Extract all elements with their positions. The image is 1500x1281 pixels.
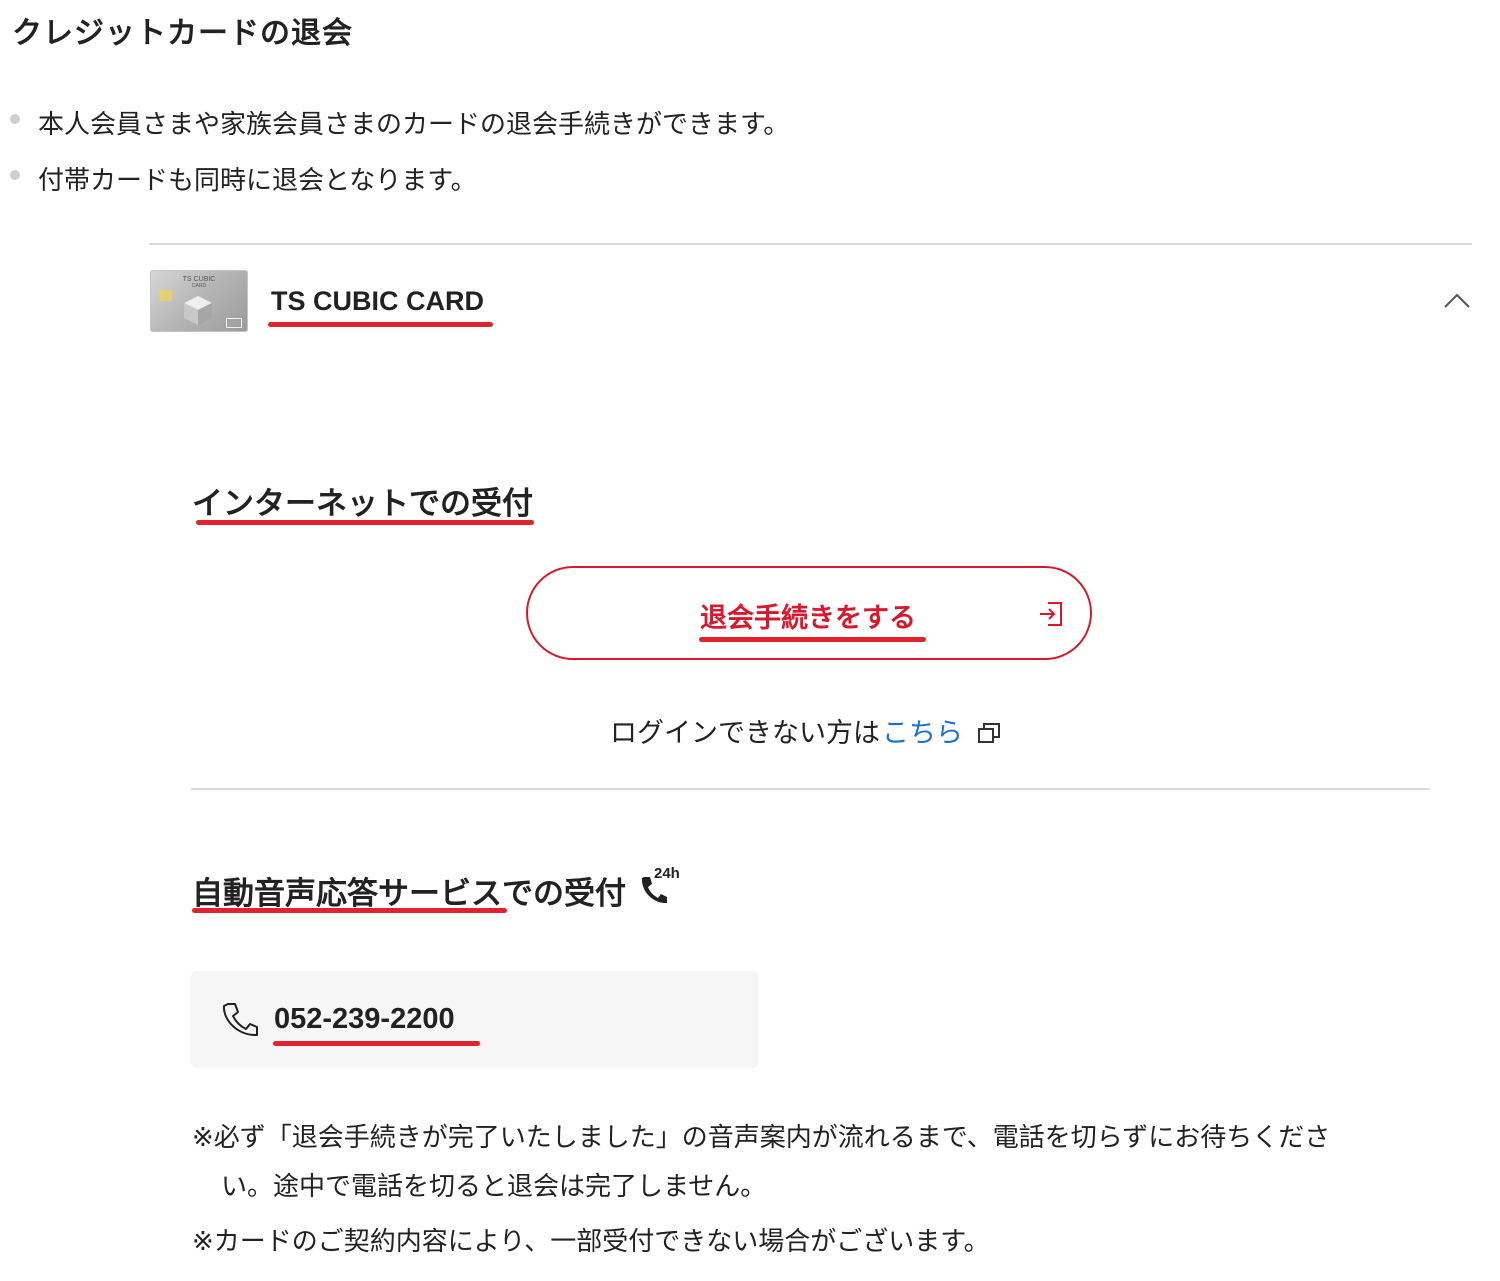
badge-24h: 24h bbox=[654, 865, 680, 882]
new-window-icon[interactable] bbox=[977, 722, 1001, 744]
login-help-link[interactable]: こちら bbox=[882, 711, 963, 750]
list-item: 付帯カードも同時に退会となります。 bbox=[10, 160, 477, 197]
bullet-dot bbox=[10, 169, 20, 180]
note-text: ※カードのご契約内容により、一部受付できない場合がございます。 bbox=[192, 1227, 990, 1257]
bullet-dot bbox=[10, 113, 20, 124]
highlight-underline bbox=[699, 637, 926, 642]
internet-section-title: インターネットでの受付 bbox=[192, 486, 533, 522]
card-thumbnail: TS CUBIC CARD bbox=[150, 270, 248, 332]
phone-24h-icon: 24h bbox=[638, 865, 682, 908]
highlight-underline bbox=[268, 322, 493, 327]
note-text: ※必ず「退会手続きが完了いたしました」の音声案内が流れるまで、電話を切らずにお待… bbox=[192, 1123, 1331, 1153]
external-login-icon bbox=[1040, 602, 1062, 626]
divider bbox=[191, 788, 1430, 790]
cube-icon bbox=[184, 296, 212, 325]
chevron-up-icon[interactable] bbox=[1442, 290, 1472, 310]
phone-number-link[interactable]: 052-239-2200 bbox=[274, 1003, 455, 1036]
highlight-underline bbox=[192, 908, 507, 913]
login-help-line: ログインできない方は こちら bbox=[610, 711, 1001, 750]
card-chip bbox=[159, 290, 172, 301]
card-name[interactable]: TS CUBIC CARD bbox=[271, 286, 484, 317]
highlight-underline bbox=[273, 1041, 480, 1046]
phone-number-box: 052-239-2200 bbox=[191, 971, 759, 1068]
card-thumb-brand: TS CUBIC CARD bbox=[182, 276, 216, 289]
phone-icon bbox=[222, 1003, 258, 1037]
card-brand-mark bbox=[226, 318, 242, 328]
withdraw-button-label: 退会手続きをする bbox=[700, 603, 916, 634]
withdraw-button[interactable]: 退会手続きをする bbox=[526, 566, 1092, 660]
highlight-underline bbox=[196, 520, 534, 525]
note-text: い。途中で電話を切ると退会は完了しません。 bbox=[221, 1172, 767, 1202]
divider bbox=[149, 243, 1472, 245]
bullet-text: 本人会員さまや家族会員さまのカードの退会手続きができます。 bbox=[38, 110, 790, 140]
list-item: 本人会員さまや家族会員さまのカードの退会手続きができます。 bbox=[10, 104, 789, 141]
bullet-text: 付帯カードも同時に退会となります。 bbox=[38, 166, 477, 196]
voice-section-title: 自動音声応答サービスでの受付 24h bbox=[192, 865, 682, 913]
page-title: クレジットカードの退会 bbox=[12, 16, 353, 51]
